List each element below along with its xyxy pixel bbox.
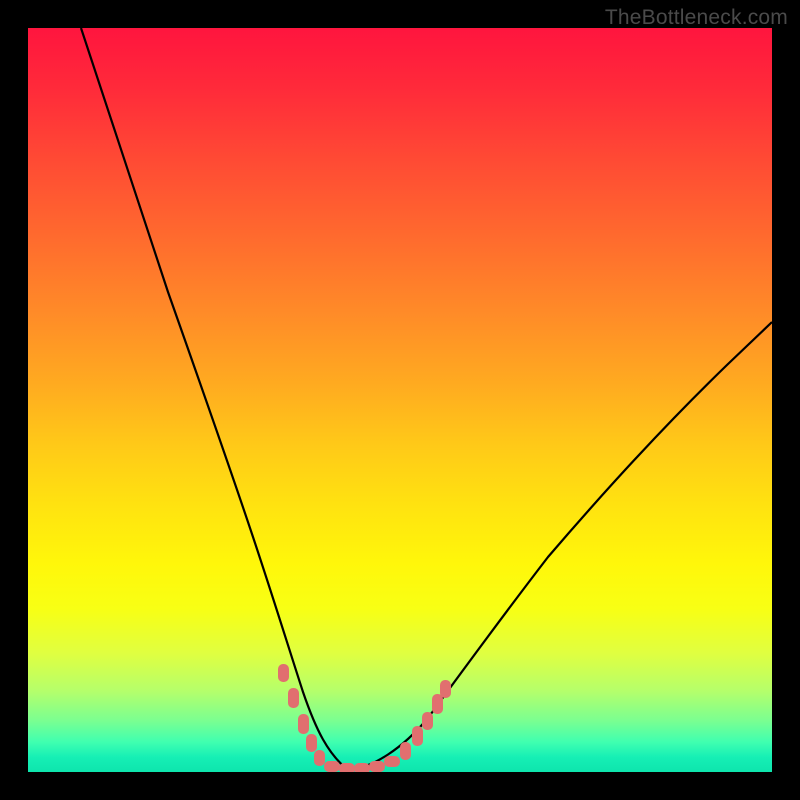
highlight-left [278, 664, 325, 766]
bottleneck-curve [28, 28, 772, 772]
plot-area [28, 28, 772, 772]
highlight-right [400, 680, 451, 760]
curve-path [81, 28, 772, 770]
watermark-text: TheBottleneck.com [605, 6, 788, 30]
